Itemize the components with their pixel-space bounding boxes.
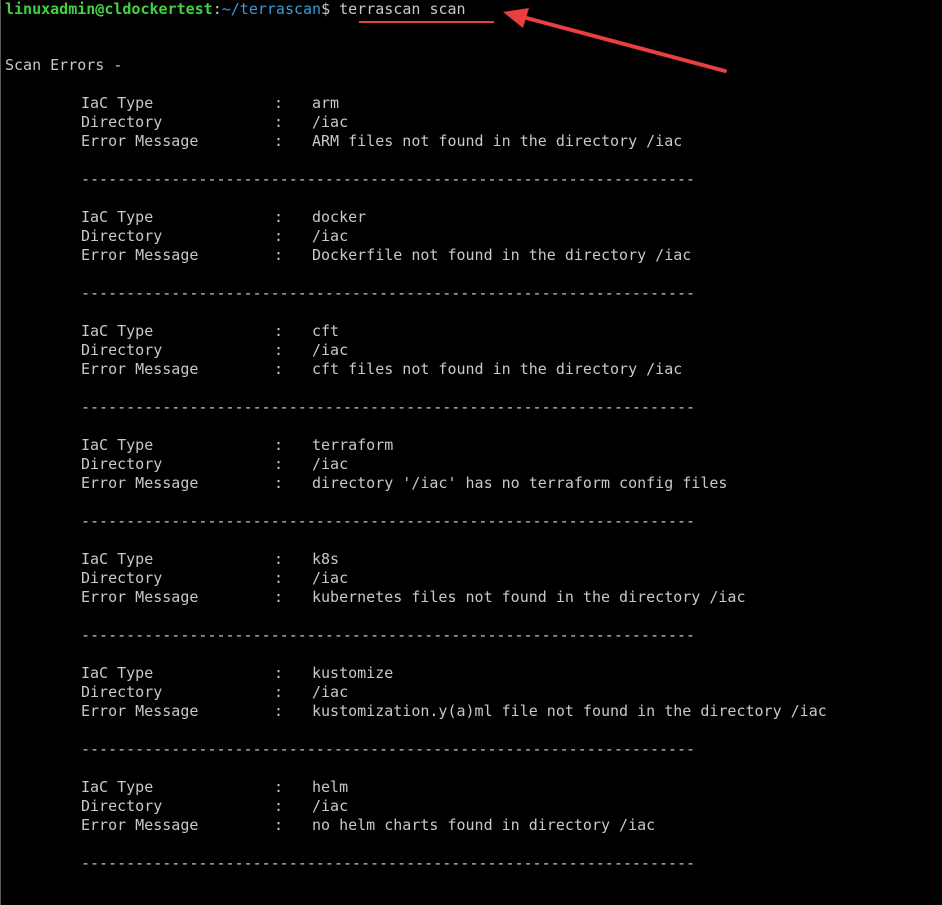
field-colon: : (274, 113, 284, 131)
directory-value: /iac (312, 797, 349, 815)
separator-line: ----------------------------------------… (81, 740, 696, 758)
field-colon: : (274, 550, 284, 568)
error-message-label: Error Message (81, 132, 199, 150)
field-colon: : (274, 797, 284, 815)
error-message-value: kubernetes files not found in the direct… (312, 588, 746, 606)
field-colon: : (274, 778, 284, 796)
field-colon: : (274, 360, 284, 378)
field-colon: : (274, 683, 284, 701)
error-message-value: no helm charts found in directory /iac (312, 816, 656, 834)
directory-value: /iac (312, 341, 349, 359)
field-colon: : (274, 208, 284, 226)
prompt-symbol: $ (321, 0, 340, 18)
separator-line: ----------------------------------------… (81, 626, 696, 644)
directory-label: Directory (81, 341, 163, 359)
field-colon: : (274, 702, 284, 720)
directory-value: /iac (312, 683, 349, 701)
directory-value: /iac (312, 569, 349, 587)
directory-label: Directory (81, 455, 163, 473)
directory-value: /iac (312, 227, 349, 245)
iac-type-label: IaC Type (81, 94, 154, 112)
iac-type-label: IaC Type (81, 778, 154, 796)
error-message-value: Dockerfile not found in the directory /i… (312, 246, 692, 264)
field-colon: : (274, 436, 284, 454)
iac-type-label: IaC Type (81, 436, 154, 454)
separator-line: ----------------------------------------… (81, 854, 696, 872)
directory-value: /iac (312, 455, 349, 473)
prompt-user-host: linuxadmin@cldockertest (5, 0, 213, 18)
field-colon: : (274, 132, 284, 150)
separator-line: ----------------------------------------… (81, 398, 696, 416)
error-message-label: Error Message (81, 588, 199, 606)
iac-type-value: docker (312, 208, 367, 226)
directory-label: Directory (81, 113, 163, 131)
separator-line: ----------------------------------------… (81, 170, 696, 188)
iac-type-value: cft (312, 322, 340, 340)
field-colon: : (274, 455, 284, 473)
iac-type-value: k8s (312, 550, 340, 568)
error-message-label: Error Message (81, 474, 199, 492)
error-message-value: ARM files not found in the directory /ia… (312, 132, 683, 150)
iac-type-label: IaC Type (81, 550, 154, 568)
iac-type-label: IaC Type (81, 322, 154, 340)
iac-type-label: IaC Type (81, 208, 154, 226)
field-colon: : (274, 474, 284, 492)
field-colon: : (274, 664, 284, 682)
prompt-path: ~/terrascan (221, 0, 322, 18)
field-colon: : (274, 588, 284, 606)
error-message-value: directory '/iac' has no terraform config… (312, 474, 728, 492)
separator-line: ----------------------------------------… (81, 512, 696, 530)
error-message-label: Error Message (81, 816, 199, 834)
command-text: terrascan scan (339, 0, 466, 18)
iac-type-value: helm (312, 778, 349, 796)
iac-type-value: arm (312, 94, 340, 112)
field-colon: : (274, 816, 284, 834)
terminal-window[interactable]: linuxadmin@cldockertest:~/terrascan$ ter… (0, 0, 942, 905)
iac-type-value: terraform (312, 436, 394, 454)
directory-label: Directory (81, 227, 163, 245)
field-colon: : (274, 322, 284, 340)
prompt-separator: : (212, 0, 222, 18)
directory-label: Directory (81, 683, 163, 701)
error-message-label: Error Message (81, 702, 199, 720)
directory-value: /iac (312, 113, 349, 131)
field-colon: : (274, 341, 284, 359)
scan-errors-header: Scan Errors - (5, 56, 123, 74)
error-message-label: Error Message (81, 246, 199, 264)
separator-line: ----------------------------------------… (81, 284, 696, 302)
iac-type-label: IaC Type (81, 664, 154, 682)
field-colon: : (274, 569, 284, 587)
directory-label: Directory (81, 569, 163, 587)
error-message-value: cft files not found in the directory /ia… (312, 360, 683, 378)
prompt-line: linuxadmin@cldockertest:~/terrascan$ ter… (5, 0, 466, 19)
iac-type-value: kustomize (312, 664, 394, 682)
field-colon: : (274, 246, 284, 264)
directory-label: Directory (81, 797, 163, 815)
field-colon: : (274, 227, 284, 245)
field-colon: : (274, 94, 284, 112)
error-message-value: kustomization.y(a)ml file not found in t… (312, 702, 827, 720)
command-underline-annotation (359, 21, 494, 23)
error-message-label: Error Message (81, 360, 199, 378)
